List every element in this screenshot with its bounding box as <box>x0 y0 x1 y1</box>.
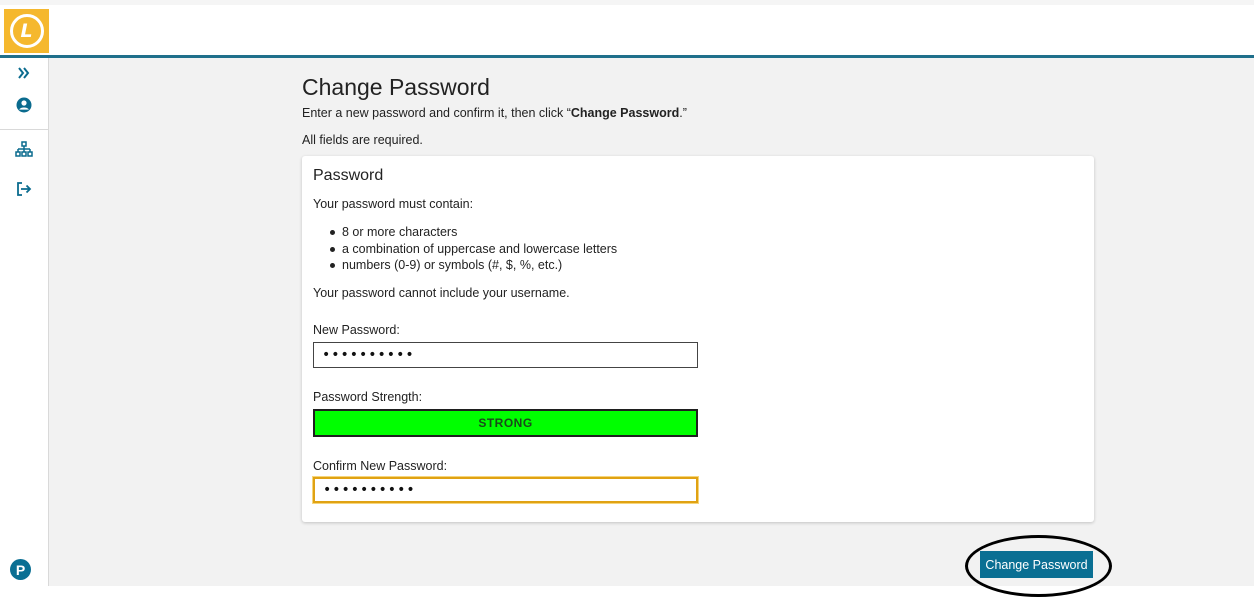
confirm-password-field[interactable]: •••••••••• <box>313 477 698 503</box>
intro-suffix: .” <box>679 106 687 120</box>
double-chevron-right-icon[interactable] <box>0 66 48 80</box>
password-rules: 8 or more characters a combination of up… <box>330 224 617 274</box>
must-contain-text: Your password must contain: <box>313 197 474 211</box>
new-password-label: New Password: <box>313 323 400 337</box>
password-card: Password Your password must contain: 8 o… <box>302 156 1094 522</box>
top-bar <box>0 0 1254 58</box>
card-title: Password <box>313 167 384 184</box>
username-restriction: Your password cannot include your userna… <box>313 286 570 300</box>
logo-icon: L <box>9 14 44 48</box>
rule-item: 8 or more characters <box>330 224 617 241</box>
page-title: Change Password <box>302 74 490 100</box>
user-circle-icon[interactable] <box>0 97 48 113</box>
bottom-strip <box>0 586 1254 606</box>
pearson-logo-icon[interactable]: P <box>10 559 31 580</box>
strength-label: Password Strength: <box>313 390 423 404</box>
intro-prefix: Enter a new password and confirm it, the… <box>302 106 571 120</box>
sidebar-divider <box>0 129 48 130</box>
sitemap-icon[interactable] <box>0 141 48 158</box>
new-password-field[interactable]: •••••••••• <box>313 342 698 368</box>
sidebar <box>0 58 49 586</box>
sign-out-icon[interactable] <box>0 182 48 196</box>
app-logo[interactable]: L <box>4 9 49 53</box>
page-intro: Enter a new password and confirm it, the… <box>302 106 687 120</box>
required-note: All fields are required. <box>302 133 423 147</box>
confirm-password-label: Confirm New Password: <box>313 459 448 473</box>
intro-bold: Change Password <box>570 106 680 120</box>
change-password-button[interactable]: Change Password <box>980 551 1093 578</box>
strength-meter: STRONG <box>313 409 698 437</box>
rule-item: a combination of uppercase and lowercase… <box>330 241 617 258</box>
rule-item: numbers (0-9) or symbols (#, $, %, etc.) <box>330 257 617 274</box>
